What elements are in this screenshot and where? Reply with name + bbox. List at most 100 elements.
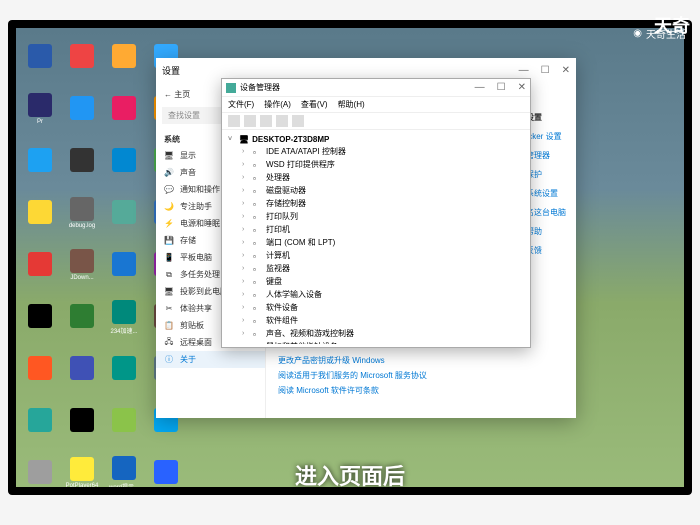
desktop-icon[interactable]	[104, 84, 144, 134]
expander-icon[interactable]: ›	[242, 161, 250, 168]
sidebar-icon: 📱	[164, 253, 174, 263]
close-button[interactable]: ✕	[562, 65, 570, 76]
sidebar-item-label: 体验共享	[180, 303, 212, 314]
toolbar-icon[interactable]	[292, 115, 304, 127]
expander-icon[interactable]: ›	[242, 291, 250, 298]
sidebar-item-label: 存储	[180, 235, 196, 246]
tree-node[interactable]: ›▫监视器	[228, 262, 524, 275]
expander-icon[interactable]: ›	[242, 304, 250, 311]
sidebar-item-label: 远程桌面	[180, 337, 212, 348]
tree-node[interactable]: ›▫人体学输入设备	[228, 288, 524, 301]
expander-icon[interactable]: ›	[242, 252, 250, 259]
tree-node[interactable]: ›▫IDE ATA/ATAPI 控制器	[228, 145, 524, 158]
menu-item[interactable]: 查看(V)	[301, 99, 328, 110]
expander-icon[interactable]: ›	[242, 343, 250, 344]
desktop-icon[interactable]	[20, 136, 60, 186]
tree-node[interactable]: ›▫键盘	[228, 275, 524, 288]
desktop-icon[interactable]	[20, 240, 60, 290]
tree-node[interactable]: ›▫声音、视频和游戏控制器	[228, 327, 524, 340]
expander-icon[interactable]: ›	[242, 239, 250, 246]
tree-root-node[interactable]: ˅ 🖥 DESKTOP-2T3D8MP	[228, 134, 524, 145]
expander-icon[interactable]: ›	[242, 265, 250, 272]
tree-node[interactable]: ›▫打印机	[228, 223, 524, 236]
expander-icon[interactable]: ›	[242, 148, 250, 155]
desktop-icon[interactable]	[104, 136, 144, 186]
tree-node[interactable]: ›▫鼠标和其他指针设备	[228, 340, 524, 344]
tree-node[interactable]: ›▫软件组件	[228, 314, 524, 327]
desktop-icon[interactable]: JDown...	[62, 240, 102, 290]
about-link[interactable]: 更改产品密钥或升级 Windows	[278, 355, 564, 366]
tree-node[interactable]: ›▫磁盘驱动器	[228, 184, 524, 197]
toolbar-icon[interactable]	[244, 115, 256, 127]
video-subtitle: 进入页面后	[0, 459, 700, 491]
tree-node[interactable]: ›▫WSD 打印提供程序	[228, 158, 524, 171]
tree-node[interactable]: ›▫处理器	[228, 171, 524, 184]
tree-node[interactable]: ›▫打印队列	[228, 210, 524, 223]
about-link[interactable]: 阅读适用于我们服务的 Microsoft 服务协议	[278, 370, 564, 381]
sidebar-item-label: 剪贴板	[180, 320, 204, 331]
desktop-icon[interactable]	[20, 188, 60, 238]
menu-item[interactable]: 帮助(H)	[338, 99, 365, 110]
expander-icon[interactable]: ˅	[228, 136, 236, 143]
desktop-icon[interactable]: 234加速...	[104, 292, 144, 342]
sidebar-item[interactable]: ⓘ关于	[156, 351, 265, 368]
close-button[interactable]: ✕	[518, 82, 526, 93]
tree-node[interactable]: ›▫端口 (COM 和 LPT)	[228, 236, 524, 249]
desktop-icon[interactable]	[20, 396, 60, 446]
expander-icon[interactable]: ›	[242, 187, 250, 194]
menu-item[interactable]: 文件(F)	[228, 99, 254, 110]
desktop-icon[interactable]	[62, 84, 102, 134]
about-link[interactable]: 阅读 Microsoft 软件许可条款	[278, 385, 564, 396]
desktop-icon[interactable]	[20, 32, 60, 82]
expander-icon[interactable]: ›	[242, 278, 250, 285]
sidebar-item-label: 电源和睡眠	[180, 218, 220, 229]
toolbar-icon[interactable]	[276, 115, 288, 127]
desktop-icon[interactable]: debug.log	[62, 188, 102, 238]
tree-node[interactable]: ›▫计算机	[228, 249, 524, 262]
desktop-icon[interactable]	[62, 136, 102, 186]
desktop-icon[interactable]	[104, 396, 144, 446]
device-icon: ▫	[253, 161, 263, 169]
desktop-icon[interactable]	[20, 344, 60, 394]
maximize-button[interactable]: ☐	[497, 82, 506, 93]
sidebar-icon: 💾	[164, 236, 174, 246]
expander-icon[interactable]: ›	[242, 330, 250, 337]
expander-icon[interactable]: ›	[242, 174, 250, 181]
desktop-icon[interactable]	[62, 292, 102, 342]
minimize-button[interactable]: —	[475, 82, 485, 93]
desktop-icon[interactable]	[104, 240, 144, 290]
sidebar-icon: ⚡	[164, 219, 174, 229]
minimize-button[interactable]: —	[519, 65, 529, 76]
desktop-icon[interactable]	[62, 396, 102, 446]
desktop-icon[interactable]	[62, 344, 102, 394]
settings-window-title: 设置	[162, 64, 180, 77]
devmgr-titlebar: 设备管理器 — ☐ ✕	[222, 79, 530, 97]
toolbar-icon[interactable]	[260, 115, 272, 127]
desktop-icon[interactable]	[20, 292, 60, 342]
maximize-button[interactable]: ☐	[541, 65, 550, 76]
expander-icon[interactable]: ›	[242, 226, 250, 233]
desktop-icon[interactable]	[104, 344, 144, 394]
sidebar-icon: 🔊	[164, 168, 174, 178]
desktop-icon[interactable]	[62, 32, 102, 82]
expander-icon[interactable]: ›	[242, 213, 250, 220]
device-icon: ▫	[253, 174, 263, 182]
device-icon: ▫	[253, 200, 263, 208]
sidebar-item-label: 专注助手	[180, 201, 212, 212]
expander-icon[interactable]: ›	[242, 200, 250, 207]
device-icon: ▫	[253, 343, 263, 345]
devmgr-toolbar	[222, 113, 530, 130]
tree-node[interactable]: ›▫存储控制器	[228, 197, 524, 210]
menu-item[interactable]: 操作(A)	[264, 99, 291, 110]
desktop-icon[interactable]	[104, 32, 144, 82]
tree-node[interactable]: ›▫软件设备	[228, 301, 524, 314]
desktop-icon[interactable]: Pr	[20, 84, 60, 134]
sidebar-icon: 🖥	[164, 287, 174, 297]
sidebar-item-label: 平板电脑	[180, 252, 212, 263]
device-icon: ▫	[253, 317, 263, 325]
desktop-icon[interactable]	[104, 188, 144, 238]
device-icon: ▫	[253, 330, 263, 338]
expander-icon[interactable]: ›	[242, 317, 250, 324]
toolbar-icon[interactable]	[228, 115, 240, 127]
devmgr-menubar: 文件(F) 操作(A) 查看(V) 帮助(H)	[222, 97, 530, 113]
